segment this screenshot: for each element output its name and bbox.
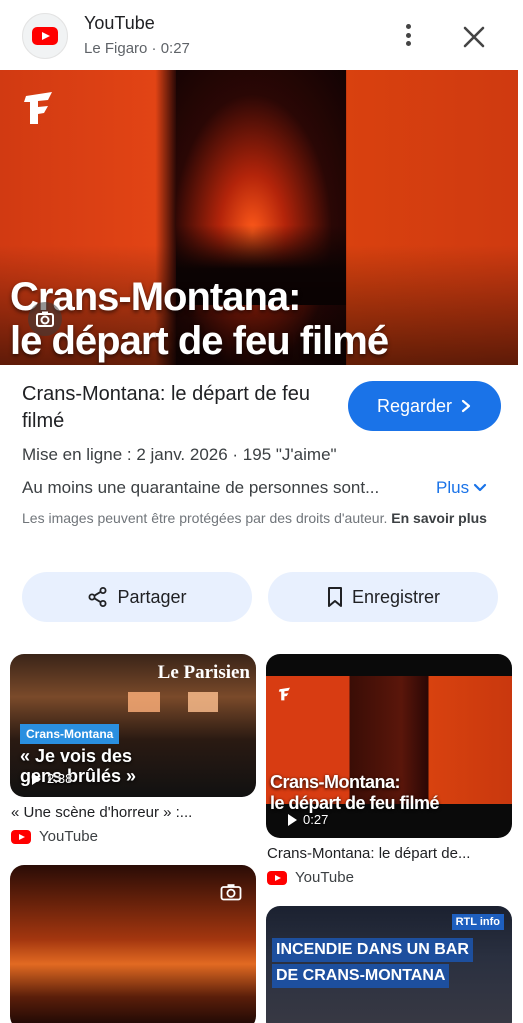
- thumbnail-tag: Crans-Montana: [20, 724, 120, 744]
- banner-line1: INCENDIE DANS UN BAR: [272, 938, 473, 962]
- play-icon: [288, 813, 297, 826]
- overlay-line2: le départ de feu filmé: [270, 793, 440, 813]
- source-meta: Le Figaro · 0:27: [84, 40, 190, 57]
- le-figaro-logo-icon: [278, 687, 290, 701]
- more-label: Plus: [436, 478, 470, 497]
- rtl-info-badge: RTL info: [451, 914, 504, 930]
- close-icon[interactable]: [459, 22, 489, 52]
- share-label: Partager: [117, 586, 187, 607]
- related-thumbnail-1[interactable]: Le Parisien Crans-Montana « Je vois des …: [10, 654, 256, 797]
- copyright-notice: Les images peuvent être protégées par de…: [22, 508, 492, 529]
- related-source-2: YouTube: [267, 869, 354, 886]
- related-caption-2[interactable]: Crans-Montana: le départ de...: [267, 845, 512, 862]
- related-thumbnail-3[interactable]: [10, 865, 256, 1023]
- chevron-down-icon: [473, 483, 487, 492]
- save-button[interactable]: Enregistrer: [268, 572, 498, 622]
- le-figaro-logo-icon: [24, 92, 52, 124]
- copyright-text: Les images peuvent être protégées par de…: [22, 510, 388, 526]
- watch-button[interactable]: Regarder: [348, 381, 501, 431]
- youtube-logo-icon: [22, 13, 68, 59]
- video-title: Crans-Montana: le départ de feu filmé: [22, 383, 310, 432]
- related-thumbnail-2[interactable]: Crans-Montana: le départ de feu filmé 0:…: [266, 654, 512, 838]
- video-description: Au moins une quarantaine de personnes so…: [22, 478, 380, 497]
- upload-meta: Mise en ligne : 2 janv. 2026 · 195 "J'ai…: [22, 445, 337, 464]
- overlay-line1: Crans-Montana:: [270, 772, 401, 792]
- youtube-icon: [267, 870, 287, 885]
- duration-text: 2:38: [47, 771, 73, 786]
- more-button[interactable]: Plus: [436, 478, 487, 498]
- related-caption-1[interactable]: « Une scène d'horreur » :...: [11, 804, 251, 821]
- youtube-icon: [11, 829, 31, 844]
- duration-text: 0:27: [303, 812, 329, 827]
- duration-badge: 2:38: [32, 771, 72, 786]
- hero-caption: Crans-Montana: le départ de feu filmé: [10, 275, 510, 363]
- result-header: YouTube Le Figaro · 0:27: [0, 0, 523, 70]
- source-label: YouTube: [295, 869, 354, 886]
- chevron-right-icon: [461, 399, 471, 413]
- share-icon: [88, 587, 107, 607]
- save-label: Enregistrer: [351, 586, 441, 607]
- lens-search-icon[interactable]: [28, 302, 62, 336]
- source-label: YouTube: [39, 828, 98, 845]
- related-thumbnail-4[interactable]: RTL info INCENDIE DANS UN BAR DE CRANS-M…: [266, 906, 512, 1023]
- thumbnail-overlay-text: Crans-Montana: le départ de feu filmé: [270, 772, 440, 814]
- share-button[interactable]: Partager: [22, 572, 252, 622]
- le-parisien-logo: Le Parisien: [157, 662, 250, 683]
- hero-caption-line2: le départ de feu filmé: [10, 319, 389, 363]
- bookmark-icon: [327, 587, 342, 607]
- banner-line2: DE CRANS-MONTANA: [272, 964, 450, 988]
- learn-more-link[interactable]: En savoir plus: [391, 510, 487, 526]
- watch-button-label: Regarder: [376, 395, 453, 416]
- hero-video-thumbnail[interactable]: Crans-Montana: le départ de feu filmé: [0, 70, 518, 365]
- play-icon: [32, 772, 41, 785]
- more-options-icon[interactable]: [396, 20, 420, 50]
- hero-caption-line1: Crans-Montana:: [10, 275, 301, 319]
- duration-badge: 0:27: [288, 812, 328, 827]
- related-source-1: YouTube: [11, 828, 98, 845]
- source-name: YouTube: [84, 13, 155, 33]
- camera-icon: [220, 884, 242, 901]
- news-banner: INCENDIE DANS UN BAR DE CRANS-MONTANA: [272, 938, 473, 990]
